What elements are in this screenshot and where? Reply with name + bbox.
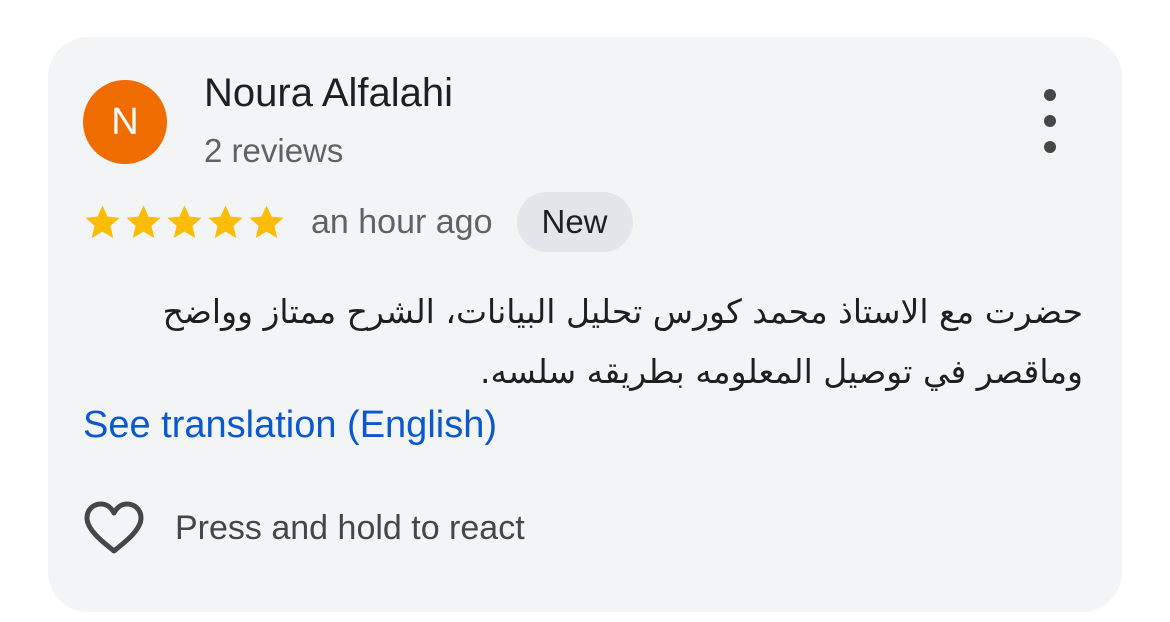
- more-vert-icon-dot: [1044, 115, 1056, 127]
- review-card: N Noura Alfalahi 2 reviews an hour ago N…: [48, 37, 1122, 612]
- more-options-button[interactable]: [1030, 89, 1070, 153]
- react-button[interactable]: Press and hold to react: [83, 500, 525, 556]
- review-text: حضرت مع الاستاذ محمد كورس تحليل البيانات…: [162, 292, 1083, 391]
- more-vert-icon: [1044, 89, 1056, 101]
- author-reviews-count: 2 reviews: [204, 132, 344, 169]
- author-avatar[interactable]: N: [83, 80, 167, 164]
- star-rating: [83, 203, 286, 242]
- review-time: an hour ago: [311, 202, 493, 241]
- rating-row: an hour ago New: [83, 192, 633, 252]
- react-label: Press and hold to react: [175, 508, 525, 547]
- star-icon: [85, 204, 120, 238]
- star-icon: [167, 204, 202, 238]
- star-icon: [208, 204, 243, 238]
- more-vert-icon-dot: [1044, 141, 1056, 153]
- star-icon: [126, 204, 161, 238]
- heart-outline-icon: [84, 501, 144, 554]
- author-name[interactable]: Noura Alfalahi: [204, 71, 453, 116]
- new-badge: New: [516, 192, 633, 252]
- avatar-initial: N: [111, 100, 139, 143]
- see-translation-link[interactable]: See translation (English): [83, 404, 497, 447]
- star-icon: [249, 204, 284, 238]
